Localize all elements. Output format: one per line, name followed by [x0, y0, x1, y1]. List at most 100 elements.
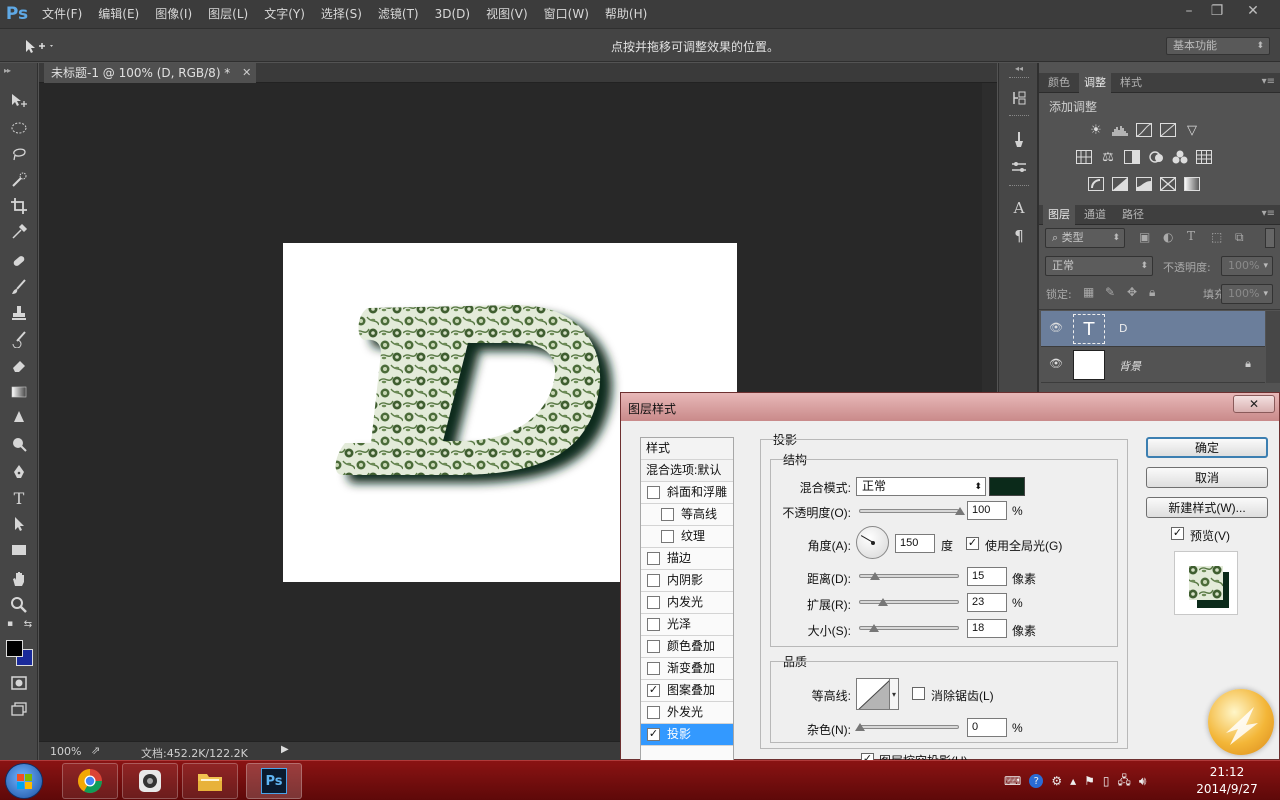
style-item[interactable]: 纹理 — [641, 526, 733, 548]
style-checkbox[interactable] — [661, 530, 674, 543]
styles-header[interactable]: 样式 — [641, 438, 733, 460]
size-slider-handle[interactable] — [869, 624, 880, 632]
close-tab-icon[interactable]: ✕ — [242, 63, 251, 83]
style-checkbox[interactable] — [661, 508, 674, 521]
menu-image[interactable]: 图像(I) — [147, 0, 200, 28]
tab-color[interactable]: 颜色 — [1043, 73, 1075, 93]
taskbar-clock[interactable]: 21:12 2014/9/27 — [1182, 764, 1272, 798]
tab-adjustments[interactable]: 调整 — [1079, 73, 1111, 93]
visibility-eye-icon[interactable]: 👁︎ — [1049, 321, 1063, 335]
style-item[interactable]: ✓ 投影 — [641, 724, 733, 746]
device-icon[interactable]: ▯ — [1103, 774, 1110, 788]
curves-icon[interactable] — [1135, 122, 1153, 138]
keyboard-icon[interactable]: ⌨ — [1004, 774, 1021, 788]
crop-tool-icon[interactable] — [8, 195, 30, 217]
new-style-button[interactable]: 新建样式(W)... — [1146, 497, 1268, 518]
move-tool-icon[interactable] — [8, 90, 30, 112]
style-checkbox[interactable]: ✓ — [647, 728, 660, 741]
dialog-title-bar[interactable]: 图层样式 ✕ — [621, 393, 1279, 421]
path-selection-tool-icon[interactable] — [8, 513, 30, 535]
threshold-icon[interactable] — [1135, 176, 1153, 192]
posterize-icon[interactable] — [1111, 176, 1129, 192]
filter-adjustment-icon[interactable]: ◐ — [1163, 230, 1173, 244]
style-checkbox[interactable] — [647, 574, 660, 587]
foreground-color-swatch[interactable] — [6, 640, 23, 657]
dodge-tool-icon[interactable] — [8, 433, 30, 455]
clone-stamp-tool-icon[interactable] — [8, 302, 30, 324]
menu-type[interactable]: 文字(Y) — [256, 0, 313, 28]
noise-input[interactable]: 0 — [967, 718, 1007, 737]
contour-dropdown-icon[interactable]: ▾ — [890, 678, 899, 710]
size-input[interactable]: 18 — [967, 619, 1007, 638]
history-brush-tool-icon[interactable] — [8, 328, 30, 350]
layer-row-text[interactable]: 👁︎ T D — [1041, 311, 1265, 347]
style-item[interactable]: 斜面和浮雕 — [641, 482, 733, 504]
lock-transparent-icon[interactable]: ▦ — [1083, 285, 1094, 299]
rectangle-tool-icon[interactable] — [8, 539, 30, 561]
vibrance-icon[interactable]: ▽ — [1183, 122, 1201, 138]
exposure-icon[interactable] — [1159, 122, 1177, 138]
type-tool-icon[interactable]: T — [8, 487, 30, 509]
noise-slider-handle[interactable] — [855, 723, 865, 731]
menu-layer[interactable]: 图层(L) — [200, 0, 256, 28]
status-menu-arrow-icon[interactable]: ▶ — [281, 744, 289, 755]
share-icon[interactable]: ⇗ — [91, 744, 100, 757]
volume-icon[interactable]: 🔊︎ — [1139, 774, 1147, 789]
expand-panels-icon[interactable]: ◂◂ — [1007, 63, 1031, 73]
brush-tool-icon[interactable] — [8, 276, 30, 298]
collapse-toolbox-icon[interactable]: ▸▸ — [4, 66, 11, 75]
ok-button[interactable]: 确定 — [1146, 437, 1268, 458]
photo-filter-icon[interactable] — [1147, 149, 1165, 165]
style-checkbox[interactable] — [647, 662, 660, 675]
style-checkbox[interactable] — [647, 552, 660, 565]
angle-input[interactable]: 150 — [895, 534, 935, 553]
filter-type-icon[interactable]: T — [1187, 229, 1195, 243]
tool-presets-icon[interactable] — [1007, 156, 1031, 178]
tab-paths[interactable]: 路径 — [1117, 205, 1149, 225]
layer-filter-select[interactable]: ⌕ 类型 ⬍ — [1045, 228, 1125, 248]
workspace-switcher[interactable]: 基本功能 ⬍ — [1166, 37, 1270, 55]
assistant-logo-icon[interactable] — [1208, 689, 1274, 755]
style-item[interactable]: 等高线 — [641, 504, 733, 526]
lasso-tool-icon[interactable] — [8, 143, 30, 165]
flag-icon[interactable]: ⚑ — [1084, 774, 1095, 788]
shadow-color-swatch[interactable] — [989, 477, 1025, 496]
distance-slider-handle[interactable] — [870, 572, 880, 580]
style-item[interactable]: 渐变叠加 — [641, 658, 733, 680]
gradient-map-icon[interactable] — [1183, 176, 1201, 192]
style-checkbox[interactable] — [647, 706, 660, 719]
start-button[interactable] — [5, 763, 43, 799]
eyedropper-tool-icon[interactable] — [8, 221, 30, 243]
close-icon[interactable]: ✕ — [1233, 395, 1275, 413]
style-item[interactable]: ✓ 图案叠加 — [641, 680, 733, 702]
pen-tool-icon[interactable] — [8, 461, 30, 483]
opacity-slider-handle[interactable] — [955, 507, 965, 515]
color-lookup-icon[interactable] — [1195, 149, 1213, 165]
style-checkbox[interactable]: ✓ — [647, 684, 660, 697]
history-panel-icon[interactable] — [1007, 87, 1031, 109]
antialias-checkbox[interactable] — [912, 687, 925, 700]
style-item[interactable]: 光泽 — [641, 614, 733, 636]
default-colors-icon[interactable]: ▪ — [3, 617, 17, 631]
selective-color-icon[interactable] — [1159, 176, 1177, 192]
opacity-slider[interactable] — [859, 507, 965, 515]
filter-smart-object-icon[interactable]: ⧉ — [1235, 230, 1244, 245]
invert-icon[interactable] — [1087, 176, 1105, 192]
help-icon[interactable]: ? — [1029, 774, 1044, 788]
style-checkbox[interactable] — [647, 486, 660, 499]
tool-preset-picker[interactable] — [22, 37, 56, 55]
cancel-button[interactable]: 取消 — [1146, 467, 1268, 488]
style-item[interactable]: 描边 — [641, 548, 733, 570]
hue-saturation-icon[interactable] — [1075, 149, 1093, 165]
size-slider[interactable] — [859, 624, 959, 632]
style-item[interactable]: 颜色叠加 — [641, 636, 733, 658]
distance-input[interactable]: 15 — [967, 567, 1007, 586]
menu-view[interactable]: 视图(V) — [478, 0, 536, 28]
menu-3d[interactable]: 3D(D) — [427, 0, 478, 28]
show-hidden-icons-icon[interactable]: ▴ — [1070, 774, 1076, 788]
opacity-input[interactable]: 100% ▾ — [1221, 256, 1273, 276]
panel-menu-icon[interactable]: ▾≡ — [1262, 76, 1275, 87]
style-checkbox[interactable] — [647, 596, 660, 609]
style-checkbox[interactable] — [647, 640, 660, 653]
brush-panel-icon[interactable] — [1007, 128, 1031, 150]
